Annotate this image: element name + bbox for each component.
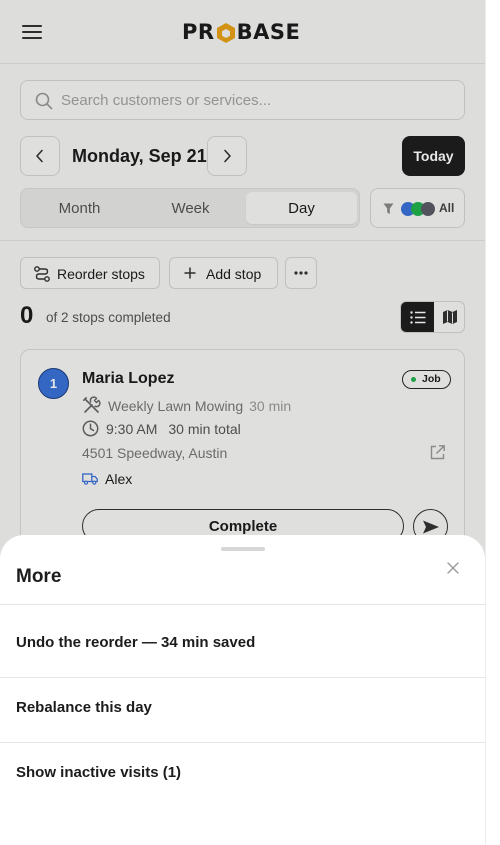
more-bottom-sheet: More Undo the reorder — 34 min saved Reb…	[0, 535, 485, 845]
sheet-drag-handle[interactable]	[221, 547, 265, 551]
rebalance-day-option[interactable]: Rebalance this day	[0, 677, 485, 741]
undo-reorder-option[interactable]: Undo the reorder — 34 min saved	[0, 612, 485, 676]
show-inactive-label: Show inactive visits (1)	[16, 764, 182, 781]
show-inactive-option[interactable]: Show inactive visits (1)	[0, 742, 485, 806]
app-screen: PR BASE Monday, Sep 21 Today Month Week …	[0, 0, 485, 845]
page-scrollbar[interactable]	[485, 0, 500, 845]
sheet-divider	[0, 604, 485, 605]
undo-reorder-label: Undo the reorder — 34 min saved	[16, 634, 256, 651]
sheet-title: More	[16, 566, 62, 587]
close-icon[interactable]	[444, 559, 462, 577]
rebalance-day-label: Rebalance this day	[16, 699, 152, 716]
